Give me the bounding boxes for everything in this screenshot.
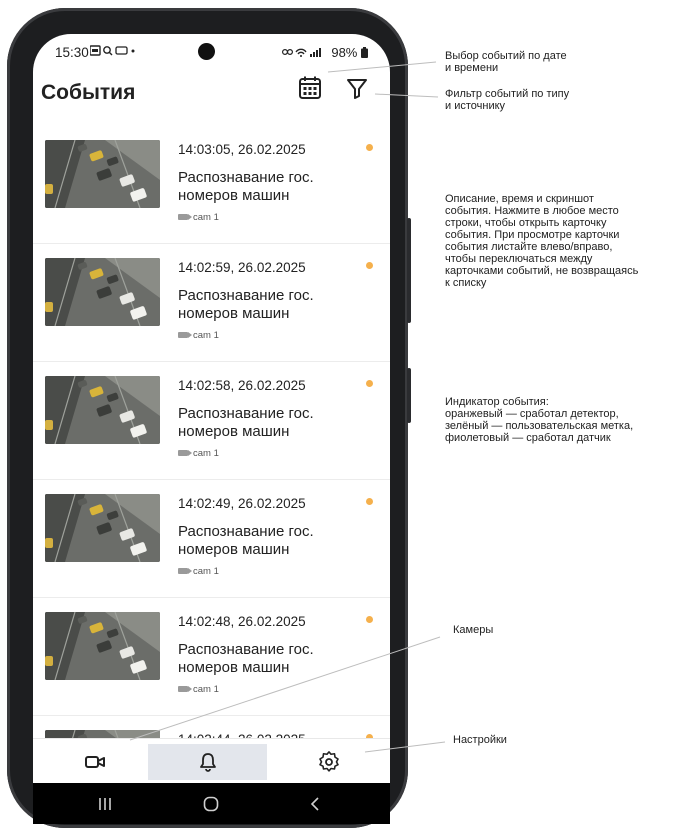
back-icon	[310, 797, 319, 811]
event-time: 14:02:49, 26.02.2025	[178, 496, 306, 511]
event-row[interactable]: 14:02:44, 26.02.2025	[33, 716, 390, 738]
bell-icon	[199, 753, 216, 772]
annotation-date-filter: Выбор событий по дате и времени	[445, 50, 567, 74]
event-title: Распознавание гос. номеров машин	[178, 287, 314, 322]
event-indicator	[366, 380, 373, 387]
battery-percent: 98%	[331, 45, 358, 60]
power-button	[407, 368, 411, 423]
tab-settings[interactable]	[269, 744, 388, 780]
event-screenshot	[45, 494, 160, 562]
status-time: 15:30	[55, 45, 89, 60]
event-row[interactable]: 14:02:48, 26.02.2025 Распознавание гос. …	[33, 598, 390, 716]
home-icon	[203, 796, 219, 812]
volume-button	[407, 218, 411, 323]
type-filter-button[interactable]	[343, 74, 371, 102]
event-source: cam 1	[178, 448, 219, 459]
page-title: События	[41, 81, 136, 104]
event-source-label: cam 1	[193, 330, 219, 341]
event-indicator	[366, 262, 373, 269]
event-title: Распознавание гос. номеров машин	[178, 169, 314, 204]
event-title: Распознавание гос. номеров машин	[178, 523, 314, 558]
gear-icon	[318, 751, 339, 772]
video-source-icon	[178, 214, 192, 221]
event-screenshot	[45, 612, 160, 680]
tab-cameras[interactable]	[35, 744, 154, 780]
event-indicator	[366, 144, 373, 151]
status-bar: 15:30 98%	[33, 34, 390, 68]
event-row[interactable]: 14:02:59, 26.02.2025 Распознавание гос. …	[33, 244, 390, 362]
bottom-tab-bar	[33, 738, 390, 784]
back-button[interactable]	[295, 791, 335, 817]
event-title: Распознавание гос. номеров машин	[178, 641, 314, 676]
recents-button[interactable]	[85, 791, 125, 817]
event-time: 14:02:48, 26.02.2025	[178, 614, 306, 629]
annotation-cameras: Камеры	[453, 624, 494, 636]
front-camera	[198, 43, 215, 60]
event-time: 14:02:58, 26.02.2025	[178, 378, 306, 393]
video-camera-icon	[84, 756, 105, 768]
video-source-icon	[178, 686, 192, 693]
event-screenshot	[45, 140, 160, 208]
battery-icon	[361, 47, 368, 58]
event-source: cam 1	[178, 212, 219, 223]
event-source-label: cam 1	[193, 566, 219, 577]
event-source: cam 1	[178, 330, 219, 341]
date-filter-button[interactable]	[296, 74, 324, 102]
event-row[interactable]: 14:02:49, 26.02.2025 Распознавание гос. …	[33, 480, 390, 598]
annotation-indicator: Индикатор события: оранжевый — сработал …	[445, 396, 634, 444]
home-button[interactable]	[191, 791, 231, 817]
event-screenshot	[45, 730, 160, 738]
event-title: Распознавание гос. номеров машин	[178, 405, 314, 440]
app-screen: 15:30 98% События 14:03:05, 26.02.2025 Р…	[33, 34, 390, 824]
recents-icon	[99, 798, 111, 810]
event-row[interactable]: 14:03:05, 26.02.2025 Распознавание гос. …	[33, 126, 390, 244]
event-source-label: cam 1	[193, 448, 219, 459]
annotation-description: Описание, время и скриншот события. Нажм…	[445, 193, 639, 289]
event-indicator	[366, 616, 373, 623]
event-source-label: cam 1	[193, 212, 219, 223]
tab-events[interactable]	[148, 744, 267, 780]
notification-icons	[89, 45, 138, 60]
video-source-icon	[178, 450, 192, 457]
event-source: cam 1	[178, 566, 219, 577]
event-screenshot	[45, 258, 160, 326]
video-source-icon	[178, 332, 192, 339]
annotation-settings: Настройки	[453, 734, 507, 746]
status-right: 98%	[281, 45, 368, 60]
calendar-icon	[299, 76, 321, 99]
event-time: 14:03:05, 26.02.2025	[178, 142, 306, 157]
event-row[interactable]: 14:02:58, 26.02.2025 Распознавание гос. …	[33, 362, 390, 480]
video-source-icon	[178, 568, 192, 575]
event-time: 14:02:59, 26.02.2025	[178, 260, 306, 275]
event-source-label: cam 1	[193, 684, 219, 695]
filter-icon	[347, 79, 367, 99]
annotation-type-filter: Фильтр событий по типу и источнику	[445, 88, 570, 112]
event-indicator	[366, 498, 373, 505]
system-nav-bar	[33, 783, 390, 824]
event-list[interactable]: 14:03:05, 26.02.2025 Распознавание гос. …	[33, 126, 390, 738]
event-screenshot	[45, 376, 160, 444]
event-source: cam 1	[178, 684, 219, 695]
